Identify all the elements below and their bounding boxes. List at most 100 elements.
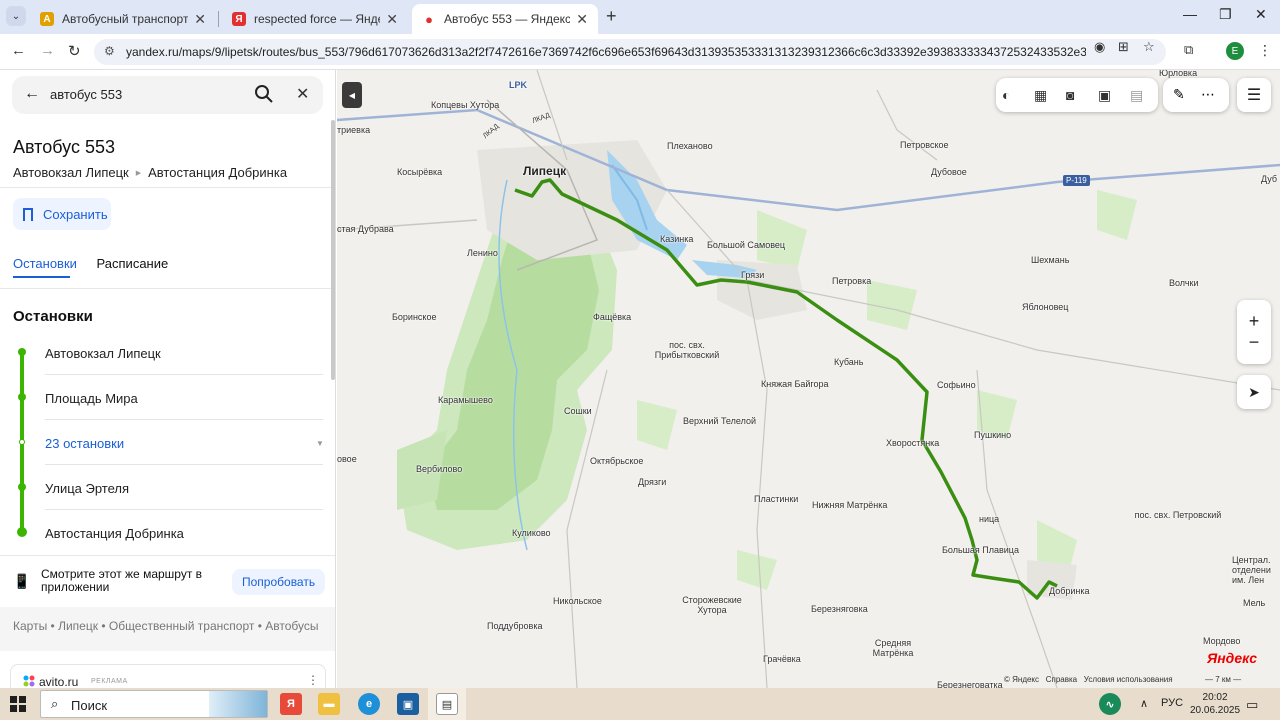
map-label: Ленино — [467, 248, 498, 258]
health-monitor-icon[interactable]: ∿ — [1099, 693, 1121, 715]
taskbar-search[interactable]: ⌕ Поиск — [40, 690, 268, 718]
sidebar-scrollbar[interactable] — [331, 120, 335, 380]
search-box[interactable]: ← автобус 553 ✕ — [12, 76, 323, 114]
tab-schedule[interactable]: Расписание — [97, 256, 169, 271]
stop-item[interactable]: Площадь Мира — [45, 391, 138, 406]
more-options-icon[interactable]: ⋮ — [307, 673, 319, 687]
stop-item[interactable]: Автостанция Добринка — [45, 526, 184, 541]
clock-date: 20.06.2025 — [1190, 705, 1241, 716]
search-input[interactable]: автобус 553 — [50, 87, 122, 102]
bookmark-star-icon[interactable]: ☆ — [1143, 39, 1155, 55]
tab-yandex-maps[interactable]: ● Автобус 553 — Яндекс Карты ✕ — [412, 4, 598, 34]
ad-name: avito.ru — [39, 675, 79, 688]
stop-item[interactable]: Автовокзал Липецк — [45, 346, 161, 361]
map-label: Большая Плавица — [942, 545, 1019, 555]
map-label: Октябрьское — [590, 456, 644, 466]
back-arrow-icon[interactable]: ← — [24, 85, 40, 103]
expand-stops-link[interactable]: 23 остановки — [45, 436, 124, 451]
route-tabs: Остановки Расписание — [13, 256, 184, 271]
close-window-button[interactable]: ✕ — [1255, 6, 1267, 23]
stop-item[interactable]: Улица Эртеля — [45, 481, 129, 496]
zoom-in-button[interactable]: + — [1249, 311, 1260, 332]
reload-icon[interactable]: ↻ — [68, 42, 81, 60]
panorama-icon[interactable]: ◙ — [1066, 87, 1074, 103]
clear-search-icon[interactable]: ✕ — [296, 84, 309, 104]
breadcrumb-link[interactable]: Автобусы — [265, 619, 318, 633]
map-canvas[interactable]: ◀ Липецк Юрловка Копцевы Хутора LPK трие… — [337, 70, 1280, 688]
close-tab-icon[interactable]: ✕ — [576, 11, 588, 28]
scale-label: 7 км — [1215, 675, 1231, 684]
back-icon[interactable]: ← — [11, 42, 26, 59]
yandex-icon: Я — [232, 12, 246, 26]
notepad-icon[interactable]: ▤ — [436, 693, 458, 715]
help-link[interactable]: Справка — [1046, 675, 1077, 684]
search-icon: ⌕ — [51, 696, 59, 711]
map-label: Поддубровка — [487, 621, 543, 631]
location-icon[interactable]: ◉ — [1094, 39, 1105, 55]
more-icon[interactable]: ⋯ — [1201, 86, 1215, 103]
search-icon[interactable] — [254, 84, 274, 104]
site-settings-icon[interactable]: ⚙ — [104, 44, 115, 58]
browser-menu-icon[interactable]: ⋮ — [1258, 42, 1272, 59]
clock[interactable]: 20:02 20.06.2025 — [1190, 691, 1240, 717]
yandex-logo: Яндекс — [1207, 650, 1257, 666]
breadcrumb: Карты • Липецк • Общественный транспорт … — [0, 607, 335, 651]
map-label: Грязи — [741, 270, 765, 280]
ad-card[interactable]: avito.ru РЕКЛАМА ⋮ — [10, 664, 326, 688]
breadcrumb-link[interactable]: Карты — [13, 619, 47, 633]
file-explorer-icon[interactable]: ▬ — [318, 693, 340, 715]
windows-start-icon[interactable] — [10, 696, 26, 712]
divider — [45, 464, 323, 465]
edge-icon[interactable]: e — [358, 693, 380, 715]
profile-avatar[interactable]: E — [1226, 42, 1244, 60]
map-label: Петровка — [832, 276, 872, 286]
ruler-icon[interactable]: ✎ — [1173, 86, 1185, 103]
divider — [0, 288, 335, 289]
store-icon[interactable]: ▣ — [397, 693, 419, 715]
minimize-button[interactable]: — — [1183, 6, 1197, 22]
sidebar: ← автобус 553 ✕ Автобус 553 Автовокзал Л… — [0, 70, 336, 688]
map-label: Централ. отделени им. Лен — [1232, 555, 1271, 585]
chevron-up-icon[interactable]: ∧ — [1140, 697, 1148, 710]
chevron-down-icon[interactable]: ▼ — [316, 439, 324, 448]
map-label: Хворостянка — [886, 438, 940, 448]
address-bar[interactable]: ⚙ yandex.ru/maps/9/lipetsk/routes/bus_55… — [94, 39, 1166, 65]
layers-icon[interactable]: ◐ — [1002, 87, 1010, 103]
extensions-icon[interactable]: ⧉ — [1184, 42, 1193, 58]
my-location-button[interactable]: ➤ — [1237, 375, 1271, 409]
map-mode-icon[interactable]: ▦ — [1034, 87, 1047, 104]
avito-logo-icon — [23, 675, 35, 687]
map-label: Березнеговатка — [937, 680, 1003, 688]
route-to: Автостанция Добринка — [148, 165, 288, 180]
stop-dot — [18, 483, 26, 491]
tab-search-menu-button[interactable]: ⌄ — [6, 6, 26, 26]
map-label: Кубань — [834, 357, 864, 367]
yandex-browser-icon[interactable]: Я — [280, 693, 302, 715]
divider — [0, 187, 335, 188]
bus-icon[interactable]: ▣ — [1098, 87, 1111, 104]
map-label: Плеханово — [667, 141, 713, 151]
tab-bus-database[interactable]: A Автобусный транспорт — Баз ✕ — [30, 4, 216, 34]
restore-button[interactable]: ❐ — [1219, 6, 1232, 23]
terms-link[interactable]: Условия использования — [1084, 675, 1173, 684]
tab-yandex-search[interactable]: Я respected force — Яндекс: нащ ✕ — [222, 4, 408, 34]
notifications-icon[interactable]: ▭ — [1246, 697, 1258, 713]
new-tab-button[interactable]: + — [606, 6, 617, 27]
map-label: триевка — [337, 125, 371, 135]
forward-icon[interactable]: → — [40, 42, 55, 59]
collapse-sidebar-button[interactable]: ◀ — [342, 82, 362, 108]
breadcrumb-link[interactable]: Общественный транспорт — [109, 619, 255, 633]
try-app-button[interactable]: Попробовать — [232, 569, 326, 595]
zoom-out-button[interactable]: − — [1249, 332, 1260, 353]
breadcrumb-link[interactable]: Липецк — [58, 619, 98, 633]
save-button[interactable]: Сохранить — [13, 198, 111, 230]
language-indicator[interactable]: РУС — [1161, 697, 1183, 709]
menu-icon[interactable]: ☰ — [1237, 78, 1271, 112]
tab-stops[interactable]: Остановки — [13, 256, 77, 271]
map-pin-icon: ● — [425, 11, 433, 27]
close-tab-icon[interactable]: ✕ — [194, 11, 206, 28]
traffic-icon[interactable]: ▤ — [1130, 87, 1143, 104]
map-tools-bar: ✎ ⋯ — [1163, 78, 1229, 112]
install-app-icon[interactable]: ⊞ — [1118, 39, 1129, 55]
close-tab-icon[interactable]: ✕ — [386, 11, 398, 28]
